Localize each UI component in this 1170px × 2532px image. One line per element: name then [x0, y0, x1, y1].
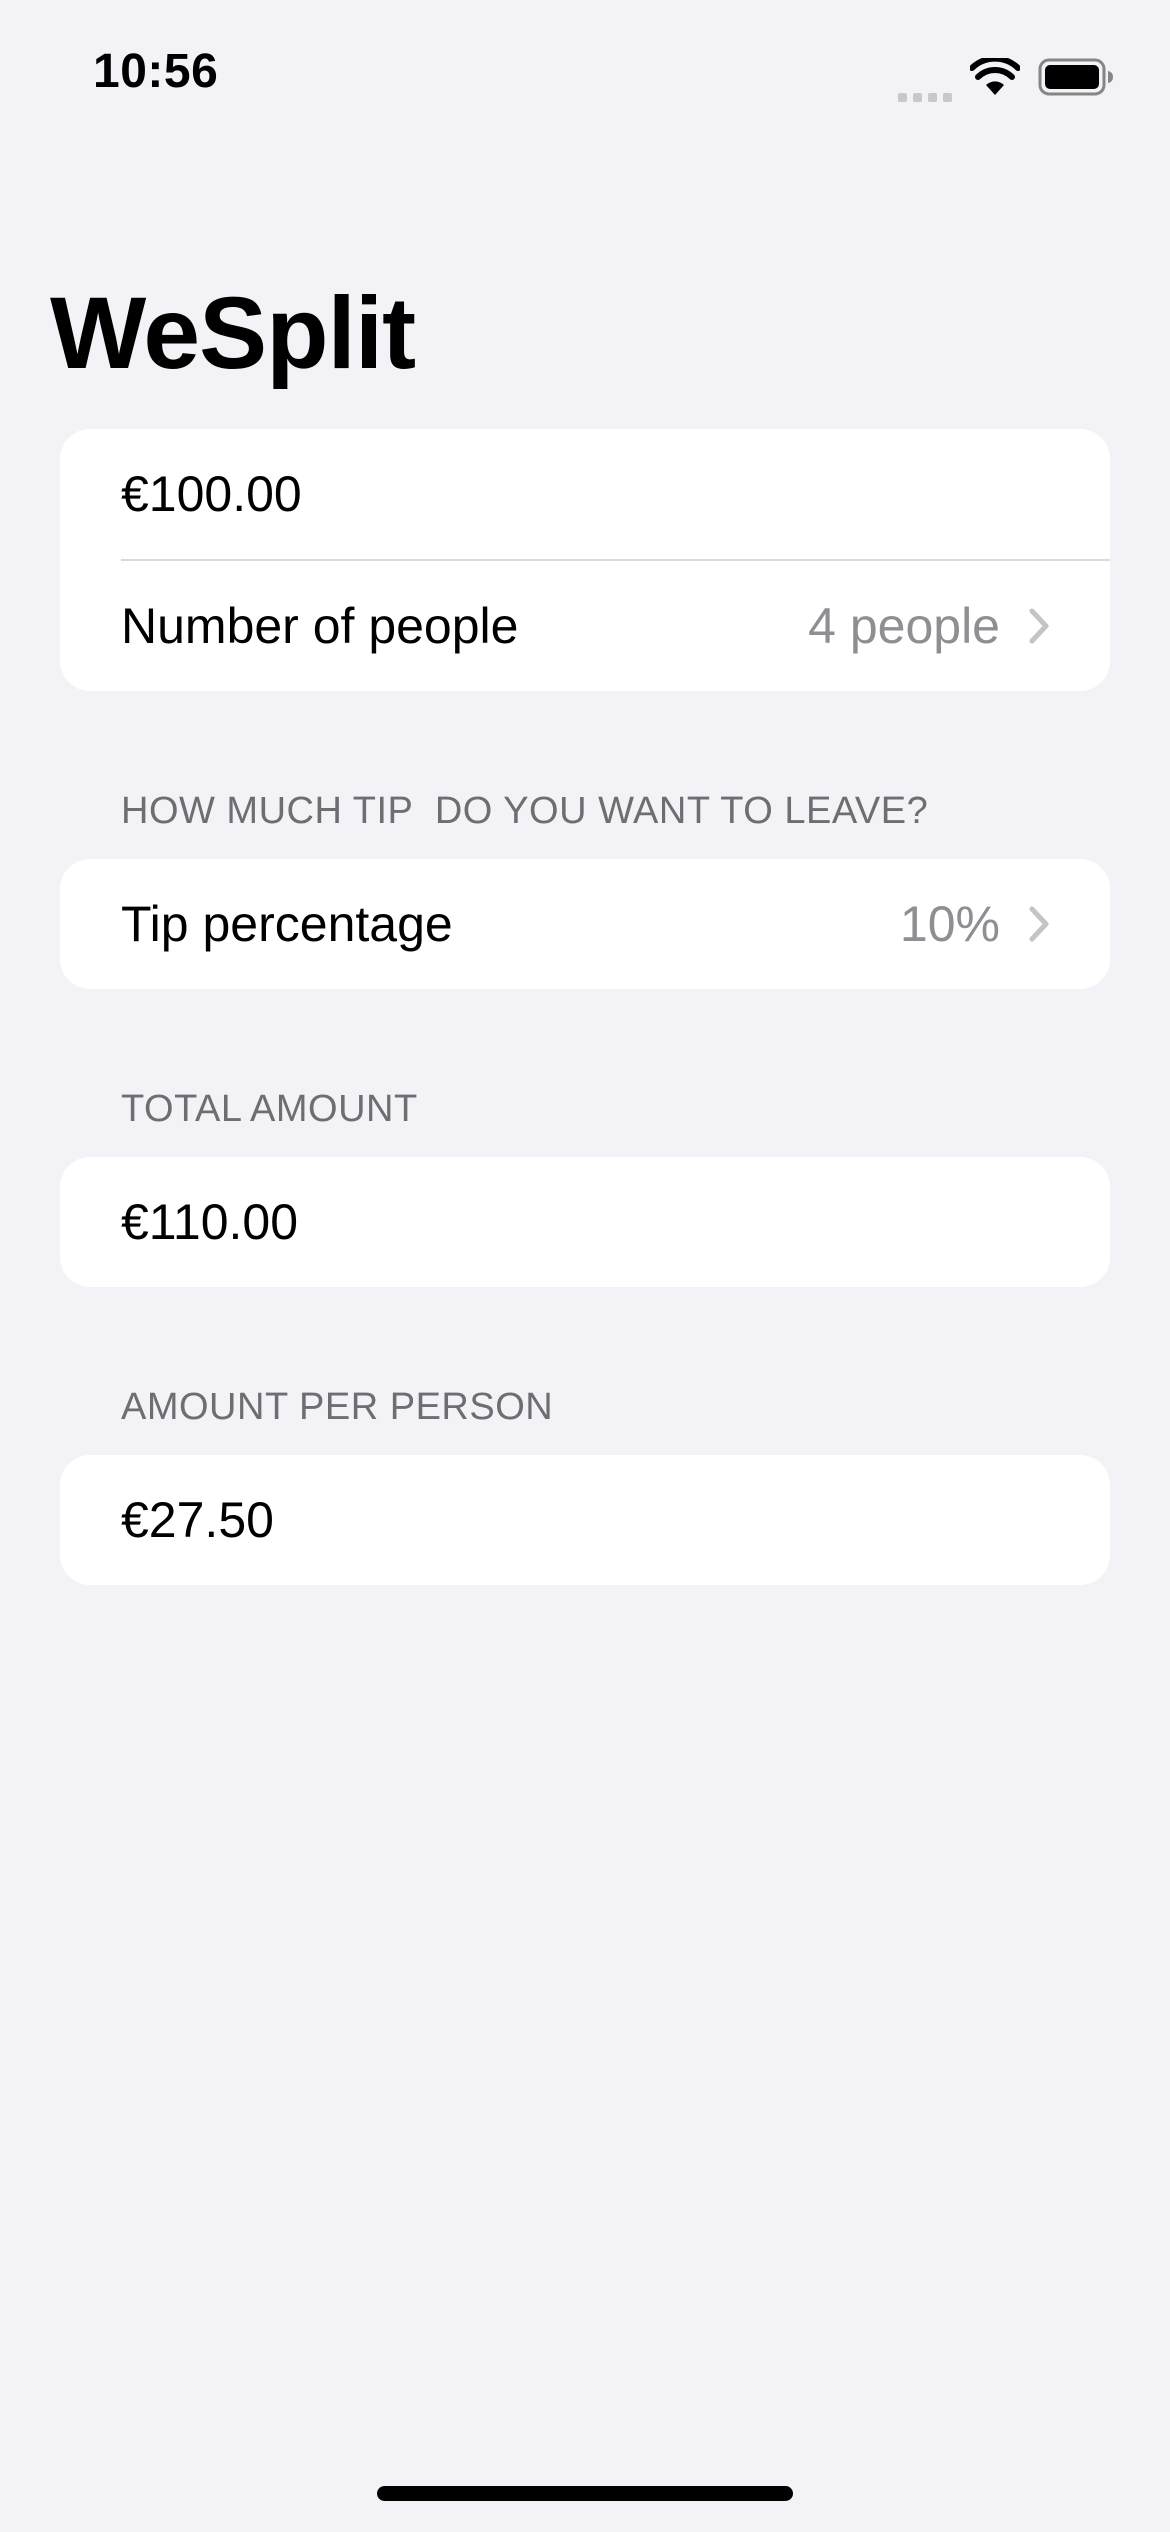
- wifi-icon: [970, 58, 1020, 95]
- battery-icon: [1038, 58, 1113, 96]
- total-amount-section: €110.00: [60, 1157, 1110, 1287]
- tip-percentage-value-wrap: 10%: [900, 895, 1050, 953]
- amount-per-person-row: €27.50: [60, 1455, 1110, 1585]
- amount-per-person-header: AMOUNT PER PERSON: [121, 1386, 554, 1428]
- tip-percentage-picker[interactable]: Tip percentage 10%: [60, 859, 1110, 989]
- status-time: 10:56: [93, 45, 219, 98]
- amount-section: €100.00 Number of people 4 people: [60, 429, 1110, 691]
- chevron-right-icon: [1029, 906, 1049, 942]
- amount-per-person-section: €27.50: [60, 1455, 1110, 1585]
- cellular-signal-icon: [898, 66, 952, 102]
- amount-field-value[interactable]: €100.00: [121, 465, 302, 523]
- number-of-people-value-wrap: 4 people: [808, 597, 1050, 655]
- total-amount-row: €110.00: [60, 1157, 1110, 1287]
- tip-section: Tip percentage 10%: [60, 859, 1110, 989]
- amount-field[interactable]: €100.00: [60, 429, 1110, 559]
- page-title: WeSplit: [50, 276, 416, 390]
- number-of-people-picker[interactable]: Number of people 4 people: [60, 561, 1110, 691]
- status-bar: 10:56: [0, 0, 1170, 150]
- tip-percentage-value: 10%: [899, 896, 1000, 952]
- total-amount-value: €110.00: [121, 1194, 299, 1250]
- status-icons: [898, 52, 1114, 102]
- number-of-people-label: Number of people: [121, 598, 519, 654]
- number-of-people-value: 4 people: [808, 598, 1000, 654]
- home-indicator[interactable]: [377, 2486, 793, 2501]
- total-amount-header: TOTAL AMOUNT: [121, 1088, 418, 1130]
- chevron-right-icon: [1029, 608, 1049, 644]
- amount-per-person-value: €27.50: [121, 1492, 274, 1548]
- tip-percentage-label: Tip percentage: [121, 896, 453, 952]
- tip-section-header: HOW MUCH TIP DO YOU WANT TO LEAVE?: [121, 790, 929, 832]
